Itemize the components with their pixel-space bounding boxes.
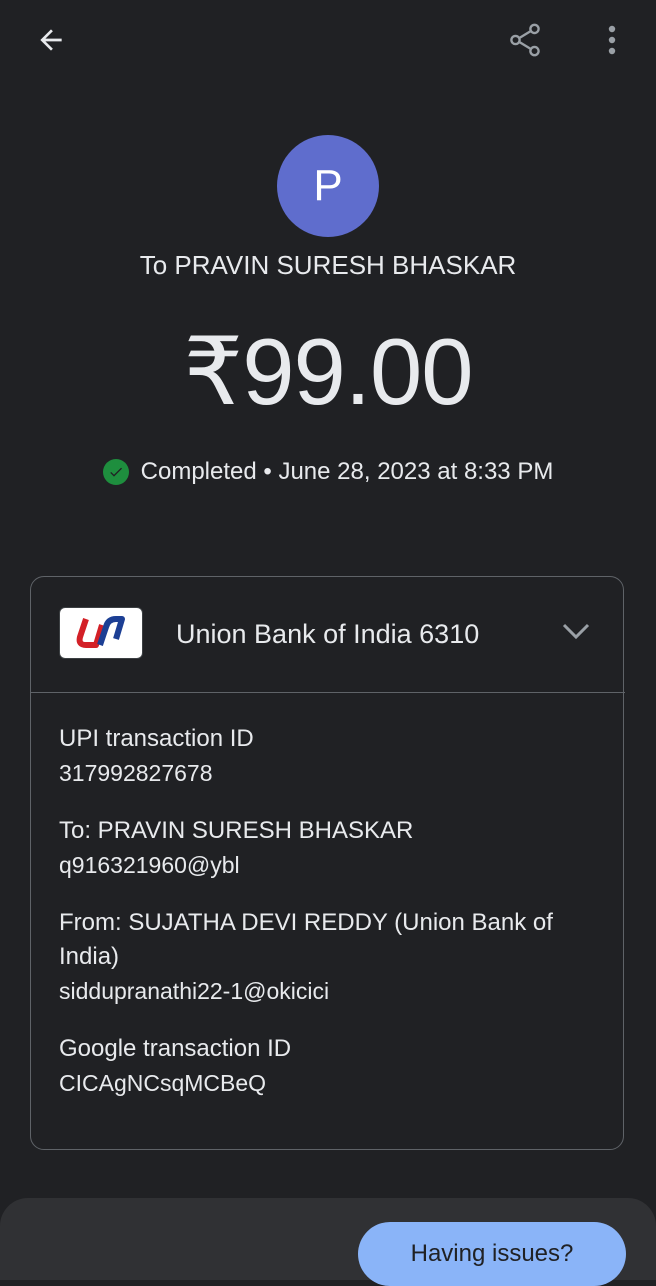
- details-list: UPI transaction ID 317992827678 To: PRAV…: [59, 722, 604, 1124]
- back-button[interactable]: [26, 18, 76, 62]
- upi-transaction-group: UPI transaction ID 317992827678: [59, 722, 604, 790]
- payment-amount: ₹99.00: [183, 319, 473, 424]
- google-transaction-id[interactable]: CICAgNCsqMCBeQ: [59, 1066, 604, 1100]
- from-label: From: SUJATHA DEVI REDDY (Union Bank of …: [59, 909, 553, 970]
- share-icon: [510, 23, 540, 57]
- status-line: Completed • June 28, 2023 at 8:33 PM: [0, 458, 656, 486]
- more-vert-icon: [608, 25, 616, 55]
- from-upi-id[interactable]: siddupranathi22-1@okicici: [59, 974, 604, 1008]
- avatar-initial: P: [313, 161, 343, 210]
- more-options-button[interactable]: [592, 16, 632, 64]
- check-circle-icon: [102, 459, 129, 485]
- to-upi-id[interactable]: q916321960@ybl: [59, 848, 604, 882]
- share-button[interactable]: [500, 16, 550, 64]
- status-text: Completed • June 28, 2023 at 8:33 PM: [140, 458, 554, 485]
- bank-account-name: Union Bank of India 6310: [176, 619, 480, 649]
- bank-account-row[interactable]: Union Bank of India 6310: [31, 577, 625, 693]
- google-transaction-label: Google transaction ID: [59, 1035, 292, 1062]
- having-issues-button[interactable]: Having issues?: [358, 1222, 626, 1286]
- union-bank-logo: [59, 607, 143, 659]
- upi-transaction-label: UPI transaction ID: [59, 725, 254, 752]
- recipient-title: To PRAVIN SURESH BHASKAR: [139, 250, 517, 280]
- from-group: From: SUJATHA DEVI REDDY (Union Bank of …: [59, 906, 604, 1008]
- to-group: To: PRAVIN SURESH BHASKAR q916321960@ybl: [59, 814, 604, 882]
- to-label: To: PRAVIN SURESH BHASKAR: [59, 817, 414, 844]
- payee-avatar: P: [277, 135, 379, 237]
- transaction-details-card: Union Bank of India 6310 UPI transaction…: [30, 576, 625, 1150]
- upi-transaction-id[interactable]: 317992827678: [59, 756, 604, 790]
- top-app-bar: [0, 0, 656, 80]
- chevron-down-icon[interactable]: [561, 621, 591, 641]
- bottom-sheet: Having issues?: [0, 1198, 656, 1286]
- google-transaction-group: Google transaction ID CICAgNCsqMCBeQ: [59, 1032, 604, 1100]
- arrow-left-icon: [40, 29, 62, 51]
